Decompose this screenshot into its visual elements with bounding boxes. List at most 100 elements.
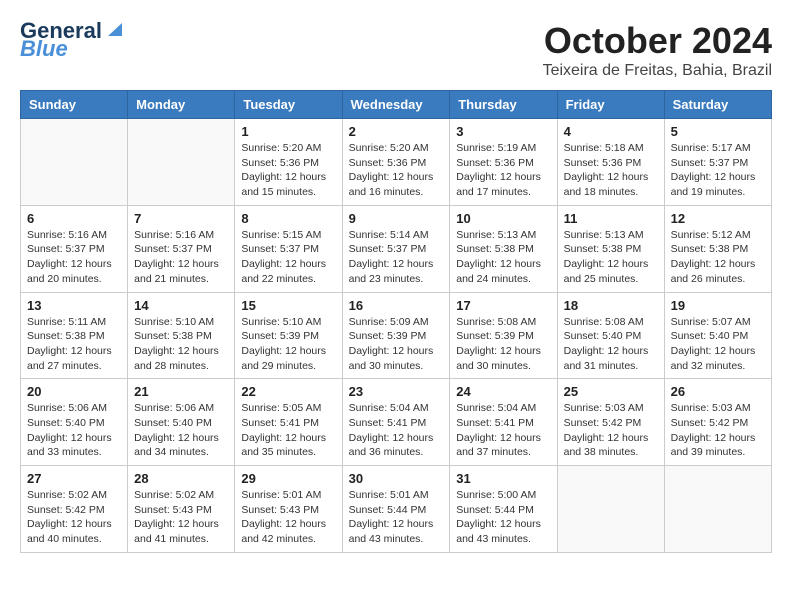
table-row: 21 Sunrise: 5:06 AM Sunset: 5:40 PM Dayli… xyxy=(128,379,235,466)
calendar-week-row: 20Sunrise: 5:06 AM Sunset: 5:40 PM Dayli… xyxy=(21,379,772,466)
table-row: 30Sunrise: 5:01 AM Sunset: 5:44 PM Dayli… xyxy=(342,466,450,553)
cell-details: Sunrise: 5:04 AM Sunset: 5:41 PM Dayligh… xyxy=(349,401,444,460)
day-number: 13 xyxy=(27,298,121,313)
calendar-week-row: 13 Sunrise: 5:11 AM Sunset: 5:38 PM Dayli… xyxy=(21,292,772,379)
cell-details: Sunrise: 5:05 AM Sunset: 5:41 PM Dayligh… xyxy=(241,401,335,460)
table-row: 29 Sunrise: 5:01 AM Sunset: 5:43 PM Dayli… xyxy=(235,466,342,553)
col-tuesday: Tuesday xyxy=(235,91,342,119)
day-number: 26 xyxy=(671,384,765,399)
table-row: 20Sunrise: 5:06 AM Sunset: 5:40 PM Dayli… xyxy=(21,379,128,466)
day-number: 18 xyxy=(564,298,658,313)
cell-details: Sunrise: 5:12 AM Sunset: 5:38 PM Dayligh… xyxy=(671,228,765,287)
col-thursday: Thursday xyxy=(450,91,557,119)
location: Teixeira de Freitas, Bahia, Brazil xyxy=(543,62,772,80)
table-row: 1 Sunrise: 5:20 AM Sunset: 5:36 PM Daylig… xyxy=(235,119,342,206)
day-number: 19 xyxy=(671,298,765,313)
cell-details: Sunrise: 5:02 AM Sunset: 5:42 PM Dayligh… xyxy=(27,488,121,547)
table-row: 25 Sunrise: 5:03 AM Sunset: 5:42 PM Dayli… xyxy=(557,379,664,466)
day-number: 21 xyxy=(134,384,228,399)
table-row: 31 Sunrise: 5:00 AM Sunset: 5:44 PM Dayli… xyxy=(450,466,557,553)
table-row: 2 Sunrise: 5:20 AM Sunset: 5:36 PM Daylig… xyxy=(342,119,450,206)
cell-details: Sunrise: 5:03 AM Sunset: 5:42 PM Dayligh… xyxy=(671,401,765,460)
table-row: 6 Sunrise: 5:16 AM Sunset: 5:37 PM Daylig… xyxy=(21,205,128,292)
cell-details: Sunrise: 5:01 AM Sunset: 5:43 PM Dayligh… xyxy=(241,488,335,547)
cell-details: Sunrise: 5:11 AM Sunset: 5:38 PM Dayligh… xyxy=(27,315,121,374)
table-row xyxy=(557,466,664,553)
table-row: 24Sunrise: 5:04 AM Sunset: 5:41 PM Dayli… xyxy=(450,379,557,466)
day-number: 27 xyxy=(27,471,121,486)
day-number: 14 xyxy=(134,298,228,313)
day-number: 8 xyxy=(241,211,335,226)
calendar-week-row: 6 Sunrise: 5:16 AM Sunset: 5:37 PM Daylig… xyxy=(21,205,772,292)
table-row: 15 Sunrise: 5:10 AM Sunset: 5:39 PM Dayli… xyxy=(235,292,342,379)
day-number: 6 xyxy=(27,211,121,226)
day-number: 31 xyxy=(456,471,550,486)
day-number: 16 xyxy=(349,298,444,313)
day-number: 4 xyxy=(564,124,658,139)
table-row xyxy=(128,119,235,206)
cell-details: Sunrise: 5:15 AM Sunset: 5:37 PM Dayligh… xyxy=(241,228,335,287)
table-row: 16 Sunrise: 5:09 AM Sunset: 5:39 PM Dayli… xyxy=(342,292,450,379)
table-row xyxy=(21,119,128,206)
cell-details: Sunrise: 5:16 AM Sunset: 5:37 PM Dayligh… xyxy=(134,228,228,287)
day-number: 9 xyxy=(349,211,444,226)
day-number: 2 xyxy=(349,124,444,139)
table-row: 7Sunrise: 5:16 AM Sunset: 5:37 PM Daylig… xyxy=(128,205,235,292)
day-number: 28 xyxy=(134,471,228,486)
table-row: 18 Sunrise: 5:08 AM Sunset: 5:40 PM Dayli… xyxy=(557,292,664,379)
table-row: 13 Sunrise: 5:11 AM Sunset: 5:38 PM Dayli… xyxy=(21,292,128,379)
col-sunday: Sunday xyxy=(21,91,128,119)
cell-details: Sunrise: 5:06 AM Sunset: 5:40 PM Dayligh… xyxy=(134,401,228,460)
cell-details: Sunrise: 5:10 AM Sunset: 5:38 PM Dayligh… xyxy=(134,315,228,374)
cell-details: Sunrise: 5:17 AM Sunset: 5:37 PM Dayligh… xyxy=(671,141,765,200)
day-number: 25 xyxy=(564,384,658,399)
table-row: 11Sunrise: 5:13 AM Sunset: 5:38 PM Dayli… xyxy=(557,205,664,292)
table-row: 28Sunrise: 5:02 AM Sunset: 5:43 PM Dayli… xyxy=(128,466,235,553)
cell-details: Sunrise: 5:01 AM Sunset: 5:44 PM Dayligh… xyxy=(349,488,444,547)
calendar-header-row: Sunday Monday Tuesday Wednesday Thursday… xyxy=(21,91,772,119)
table-row: 10Sunrise: 5:13 AM Sunset: 5:38 PM Dayli… xyxy=(450,205,557,292)
logo-arrow-icon xyxy=(104,18,126,40)
day-number: 3 xyxy=(456,124,550,139)
col-friday: Friday xyxy=(557,91,664,119)
col-wednesday: Wednesday xyxy=(342,91,450,119)
cell-details: Sunrise: 5:14 AM Sunset: 5:37 PM Dayligh… xyxy=(349,228,444,287)
day-number: 12 xyxy=(671,211,765,226)
cell-details: Sunrise: 5:13 AM Sunset: 5:38 PM Dayligh… xyxy=(564,228,658,287)
cell-details: Sunrise: 5:16 AM Sunset: 5:37 PM Dayligh… xyxy=(27,228,121,287)
cell-details: Sunrise: 5:20 AM Sunset: 5:36 PM Dayligh… xyxy=(241,141,335,200)
cell-details: Sunrise: 5:20 AM Sunset: 5:36 PM Dayligh… xyxy=(349,141,444,200)
col-saturday: Saturday xyxy=(664,91,771,119)
day-number: 15 xyxy=(241,298,335,313)
cell-details: Sunrise: 5:08 AM Sunset: 5:39 PM Dayligh… xyxy=(456,315,550,374)
table-row: 12 Sunrise: 5:12 AM Sunset: 5:38 PM Dayli… xyxy=(664,205,771,292)
day-number: 29 xyxy=(241,471,335,486)
logo-blue: Blue xyxy=(20,38,68,60)
cell-details: Sunrise: 5:00 AM Sunset: 5:44 PM Dayligh… xyxy=(456,488,550,547)
col-monday: Monday xyxy=(128,91,235,119)
day-number: 17 xyxy=(456,298,550,313)
table-row: 14 Sunrise: 5:10 AM Sunset: 5:38 PM Dayli… xyxy=(128,292,235,379)
logo: General Blue xyxy=(20,20,126,60)
cell-details: Sunrise: 5:08 AM Sunset: 5:40 PM Dayligh… xyxy=(564,315,658,374)
table-row: 5 Sunrise: 5:17 AM Sunset: 5:37 PM Daylig… xyxy=(664,119,771,206)
title-section: October 2024 Teixeira de Freitas, Bahia,… xyxy=(543,20,772,80)
table-row: 8 Sunrise: 5:15 AM Sunset: 5:37 PM Daylig… xyxy=(235,205,342,292)
cell-details: Sunrise: 5:13 AM Sunset: 5:38 PM Dayligh… xyxy=(456,228,550,287)
cell-details: Sunrise: 5:09 AM Sunset: 5:39 PM Dayligh… xyxy=(349,315,444,374)
cell-details: Sunrise: 5:19 AM Sunset: 5:36 PM Dayligh… xyxy=(456,141,550,200)
cell-details: Sunrise: 5:06 AM Sunset: 5:40 PM Dayligh… xyxy=(27,401,121,460)
cell-details: Sunrise: 5:18 AM Sunset: 5:36 PM Dayligh… xyxy=(564,141,658,200)
table-row xyxy=(664,466,771,553)
cell-details: Sunrise: 5:10 AM Sunset: 5:39 PM Dayligh… xyxy=(241,315,335,374)
table-row: 26 Sunrise: 5:03 AM Sunset: 5:42 PM Dayli… xyxy=(664,379,771,466)
day-number: 1 xyxy=(241,124,335,139)
calendar-week-row: 1 Sunrise: 5:20 AM Sunset: 5:36 PM Daylig… xyxy=(21,119,772,206)
day-number: 5 xyxy=(671,124,765,139)
table-row: 17 Sunrise: 5:08 AM Sunset: 5:39 PM Dayli… xyxy=(450,292,557,379)
day-number: 24 xyxy=(456,384,550,399)
table-row: 4 Sunrise: 5:18 AM Sunset: 5:36 PM Daylig… xyxy=(557,119,664,206)
table-row: 27 Sunrise: 5:02 AM Sunset: 5:42 PM Dayli… xyxy=(21,466,128,553)
cell-details: Sunrise: 5:03 AM Sunset: 5:42 PM Dayligh… xyxy=(564,401,658,460)
table-row: 9 Sunrise: 5:14 AM Sunset: 5:37 PM Daylig… xyxy=(342,205,450,292)
